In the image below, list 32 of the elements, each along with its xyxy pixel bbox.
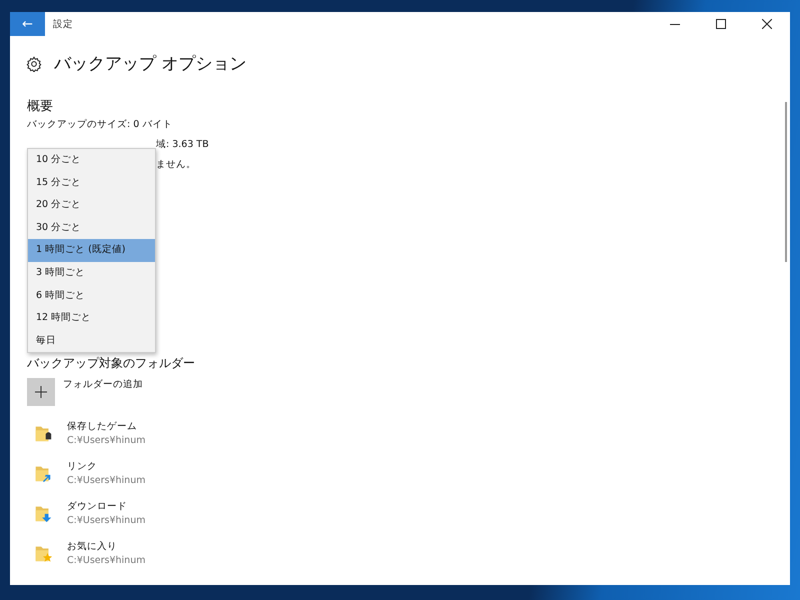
back-button[interactable]: ← xyxy=(10,12,45,36)
menu-item[interactable]: 毎日 xyxy=(28,330,155,352)
maximize-icon xyxy=(716,19,726,29)
close-icon xyxy=(762,19,772,29)
menu-item[interactable]: 20 分ごと xyxy=(28,194,155,217)
folder-path: C:¥Users¥hinum xyxy=(67,555,146,566)
plus-icon xyxy=(35,386,47,398)
page-title: バックアップ オプション xyxy=(54,53,246,75)
scrollbar[interactable] xyxy=(785,102,787,262)
section-heading: 概要 xyxy=(27,98,53,115)
menu-item[interactable]: 30 分ごと xyxy=(28,216,155,240)
folder-name: お気に入り xyxy=(67,540,118,553)
folder-path: C:¥Users¥hinum xyxy=(67,515,146,526)
info-text: バックアップのサイズ: 0 バイト xyxy=(27,118,172,132)
menu-item[interactable]: 1 時間ごと (既定値) xyxy=(28,239,155,262)
settings-icon xyxy=(26,56,42,72)
folder-name: ダウンロード xyxy=(67,500,128,513)
info-text: 域: 3.63 TB xyxy=(156,138,209,152)
menu-item[interactable]: 10 分ごと xyxy=(28,149,155,172)
add-folder-label: フォルダーの追加 xyxy=(63,378,143,391)
menu-item[interactable]: 3 時間ごと xyxy=(28,262,155,285)
add-folder-button[interactable] xyxy=(27,378,55,406)
folder-path: C:¥Users¥hinum xyxy=(67,435,146,446)
folder-name: 保存したゲーム xyxy=(67,420,138,433)
menu-item[interactable]: 15 分ごと xyxy=(28,172,155,194)
folder-path: C:¥Users¥hinum xyxy=(67,475,146,486)
window-title: 設定 xyxy=(53,18,74,30)
section-heading: バックアップ対象のフォルダー xyxy=(27,355,195,372)
folder-name: リンク xyxy=(67,460,98,473)
menu-item[interactable]: 6 時間ごと xyxy=(28,284,155,308)
menu-item[interactable]: 12 時間ごと xyxy=(28,307,155,330)
info-text: ません。 xyxy=(156,158,196,172)
